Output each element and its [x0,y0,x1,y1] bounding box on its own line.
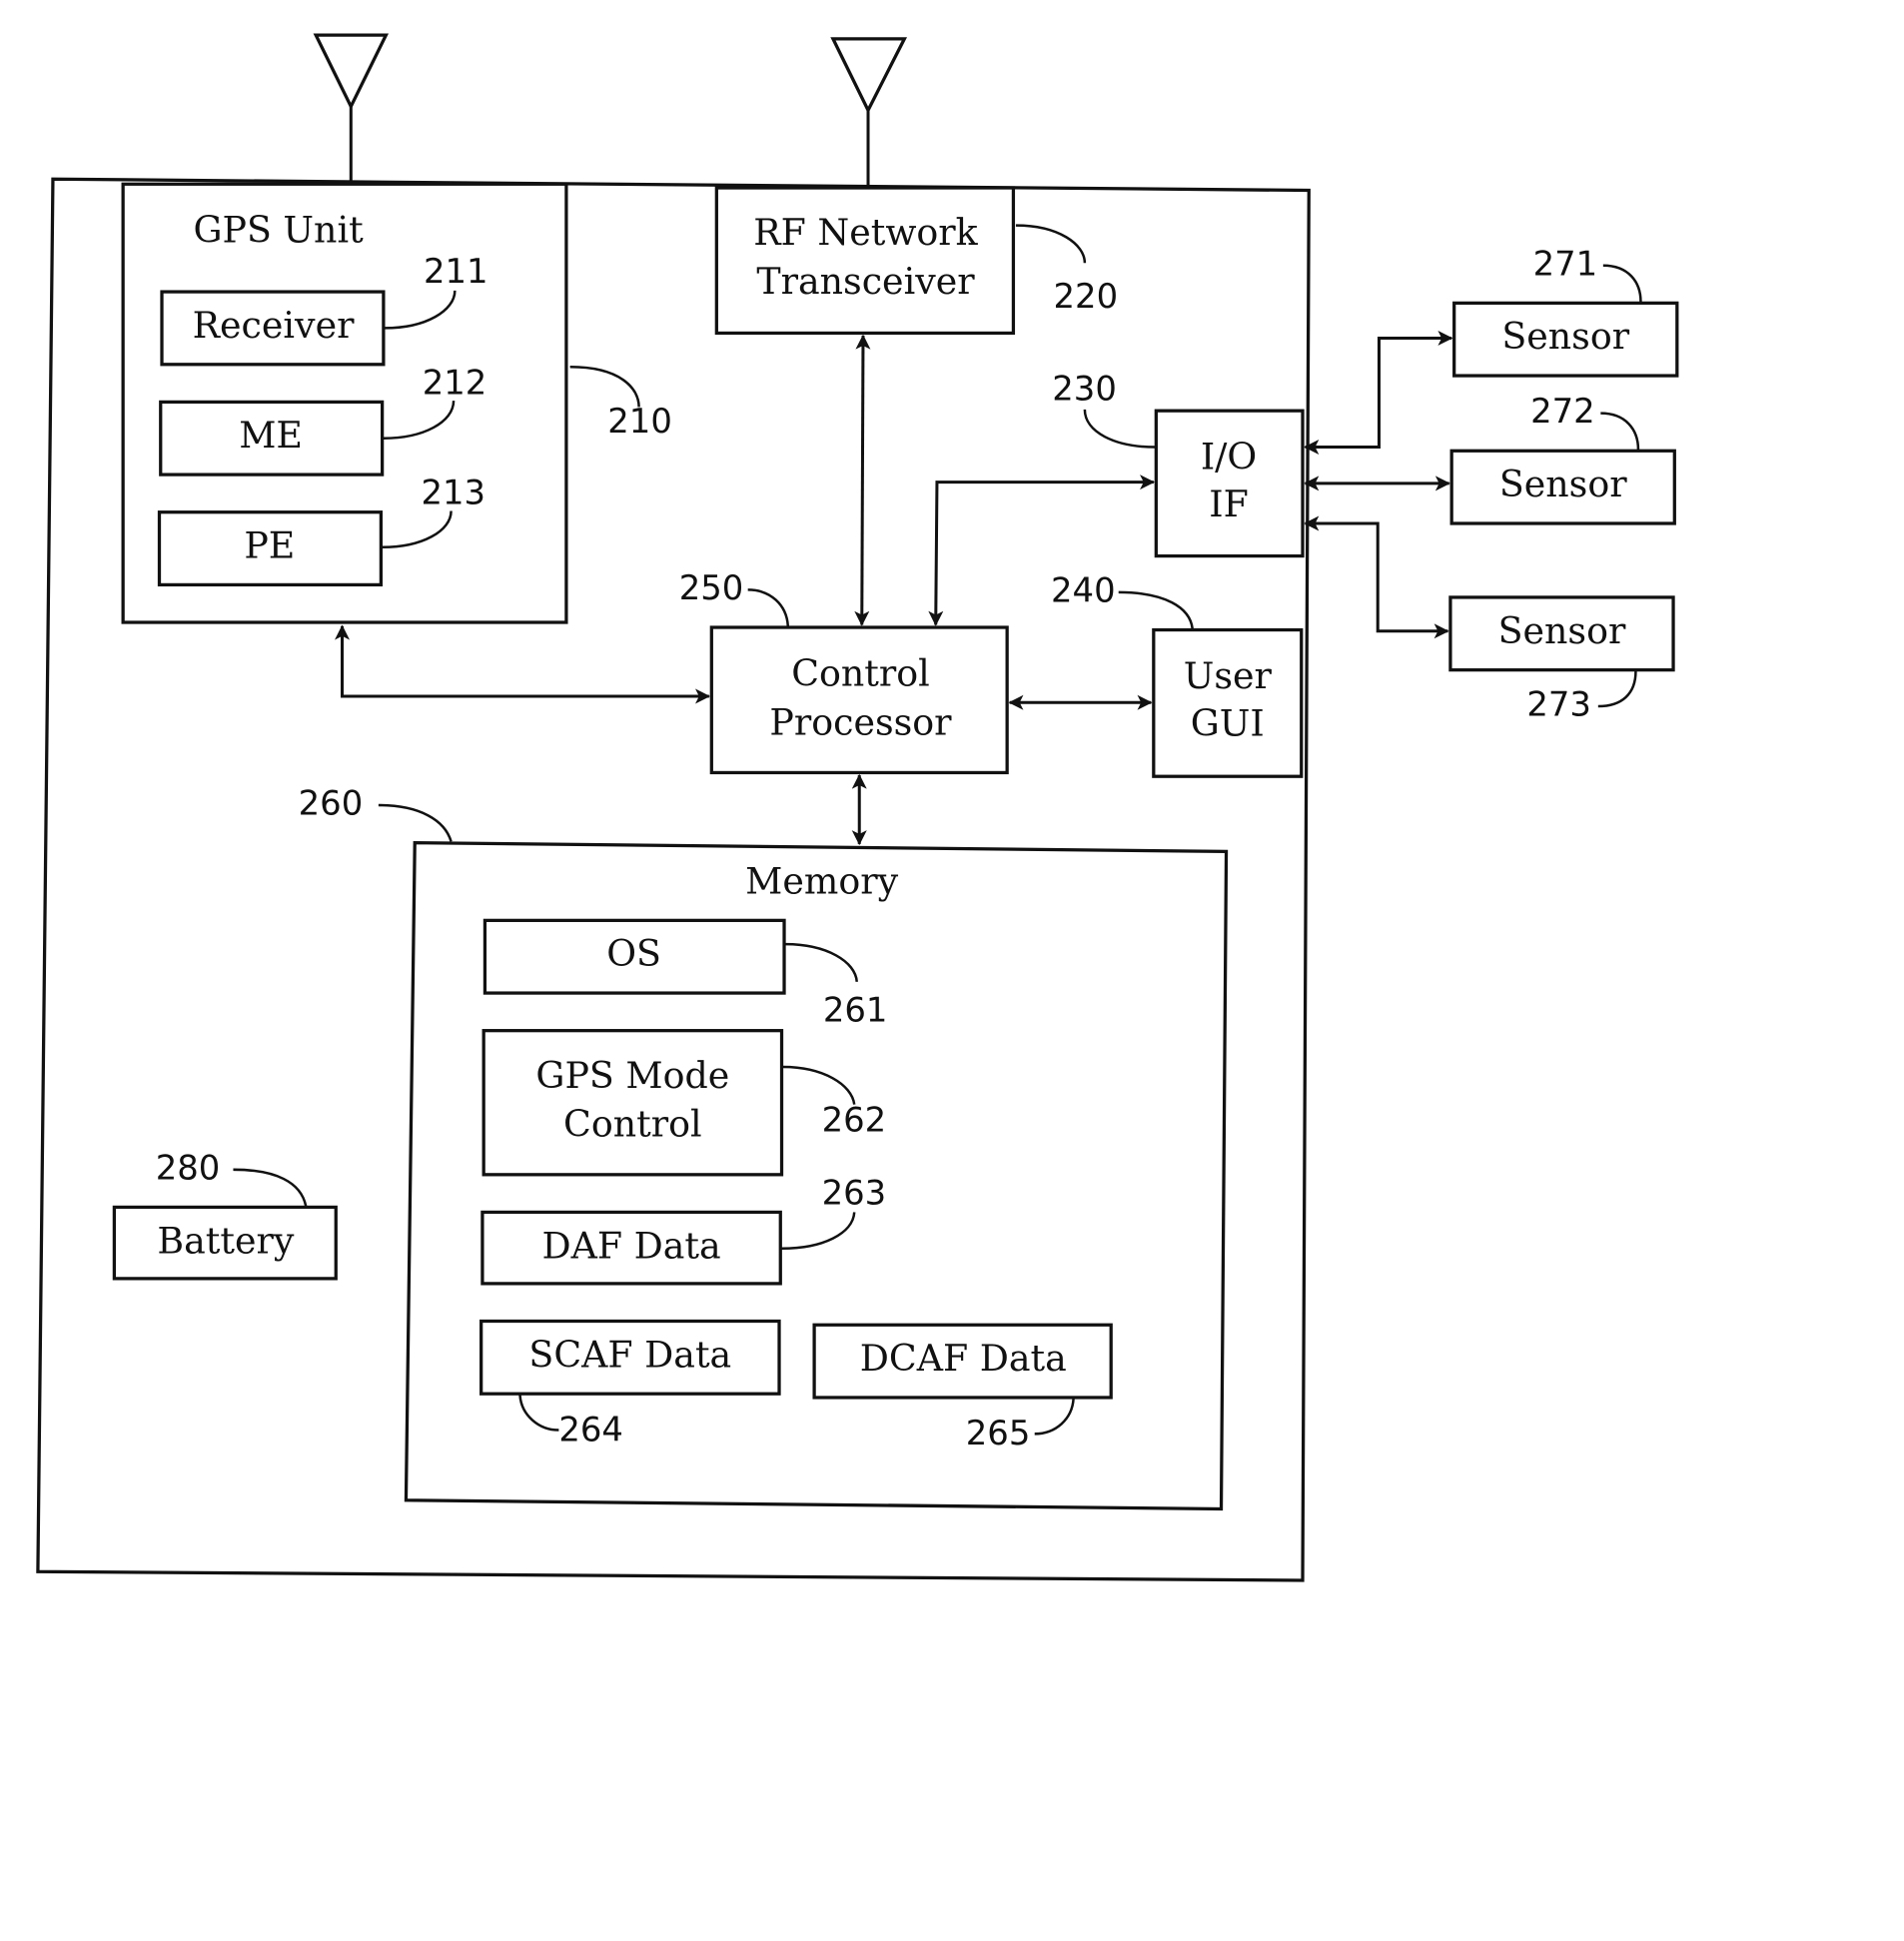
rf-label-line2: Transceiver [756,260,975,303]
me-ref: 212 [423,363,487,402]
arrow-io-cpu [928,475,1156,626]
rf-antenna-icon [830,37,908,189]
memory-label: Memory [745,860,898,903]
pe-label: PE [244,524,295,567]
cpu-label-line1: Control [791,651,930,694]
arrow-rf-cpu [854,334,871,626]
cpu-ref: 250 [679,568,744,607]
io-ref: 230 [1052,370,1117,409]
sensor-273-label: Sensor [1498,609,1626,652]
me-label: ME [239,414,303,457]
daf-ref: 263 [822,1173,887,1212]
os-ref: 261 [823,990,888,1029]
control-processor-block: Control Processor 250 [679,568,1009,775]
rf-transceiver-block: RF Network Transceiver 220 [714,186,1119,336]
dcaf-label: DCAF Data [860,1337,1067,1380]
sensor-271-label: Sensor [1501,315,1629,358]
user-gui-block: User GUI 240 [1051,570,1304,778]
sensor-block-273: Sensor 273 [1448,595,1675,724]
memory-ref: 260 [299,784,364,823]
gps-unit-label: GPS Unit [193,209,364,252]
gps-mode-label-line1: GPS Mode [535,1054,729,1097]
battery-block: Battery 280 [112,1148,338,1281]
io-interface-block: I/O IF 230 [1052,370,1305,558]
arrow-gps-cpu [335,624,711,704]
block-diagram: GPS Unit 210 Receiver 211 ME 212 PE 213 … [36,33,1679,1582]
battery-ref: 280 [156,1148,221,1187]
sensor-273-ref: 273 [1526,685,1591,724]
gps-antenna-icon [313,33,390,182]
rf-ref: 220 [1054,277,1119,316]
sensor-272-label: Sensor [1499,463,1627,505]
gui-label-line2: GUI [1191,702,1265,745]
pe-ref: 213 [421,474,485,512]
battery-label: Battery [157,1219,294,1262]
arrow-io-sensor-273 [1304,515,1449,639]
sensor-272-ref: 272 [1530,392,1595,431]
gui-label-line1: User [1184,654,1273,697]
arrow-io-sensor-271 [1304,330,1453,456]
gps-mode-ref: 262 [822,1101,887,1140]
sensor-block-272: Sensor 272 [1449,392,1676,525]
dcaf-ref: 265 [966,1414,1031,1453]
receiver-ref: 211 [424,252,488,291]
scaf-ref: 264 [558,1410,623,1449]
io-label-line2: IF [1209,483,1249,525]
sensor-271-ref: 271 [1533,244,1598,283]
sensor-block-271: Sensor 271 [1452,244,1679,378]
gps-unit-ref: 210 [607,402,672,441]
scaf-label: SCAF Data [528,1333,731,1376]
cpu-label-line2: Processor [769,700,952,743]
receiver-label: Receiver [193,304,355,347]
rf-label-line1: RF Network [753,211,978,254]
daf-label: DAF Data [541,1224,720,1267]
gps-mode-label-line2: Control [563,1103,702,1146]
os-label: OS [606,932,661,975]
io-label-line1: I/O [1201,436,1257,479]
gui-ref: 240 [1051,570,1116,609]
